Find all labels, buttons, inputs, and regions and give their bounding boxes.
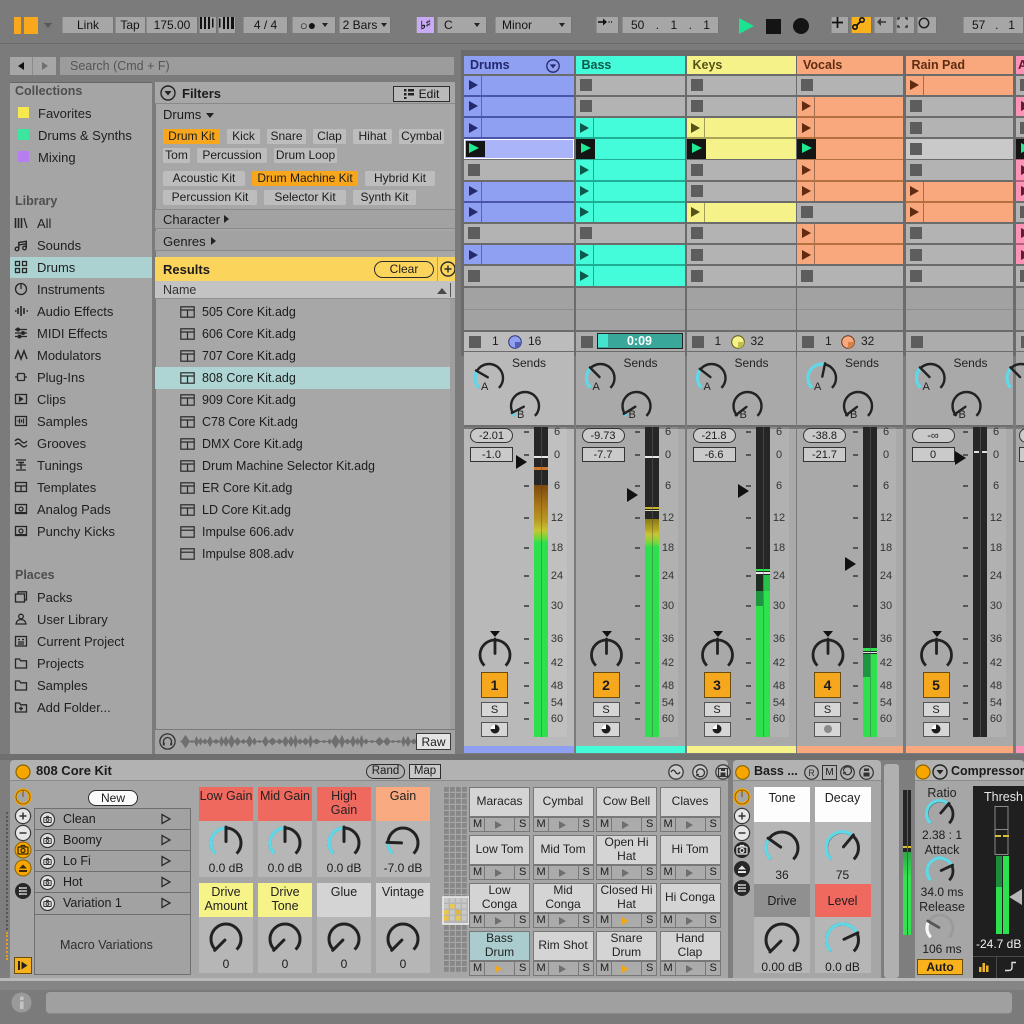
svg-text:R: R bbox=[808, 767, 815, 777]
